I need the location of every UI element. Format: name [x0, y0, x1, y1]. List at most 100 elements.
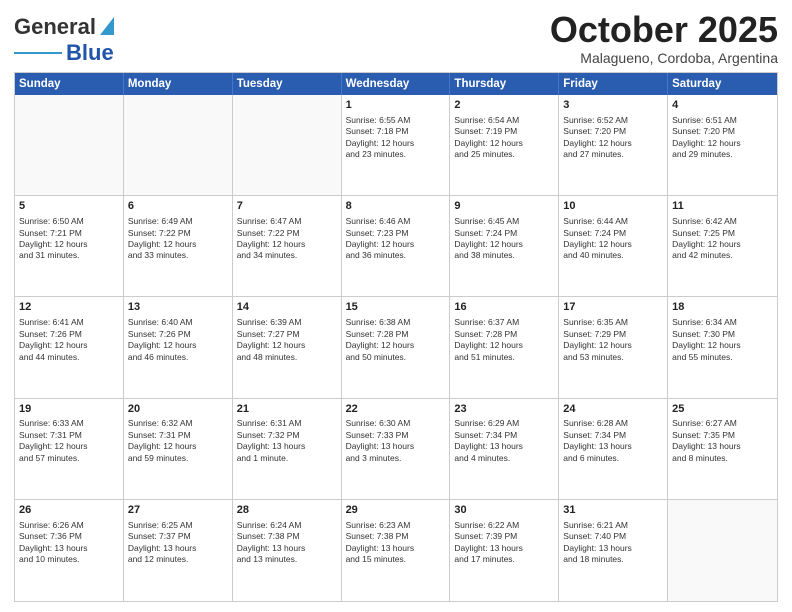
calendar-week-5: 26Sunrise: 6:26 AMSunset: 7:36 PMDayligh…	[15, 500, 777, 601]
calendar-week-4: 19Sunrise: 6:33 AMSunset: 7:31 PMDayligh…	[15, 399, 777, 500]
calendar-day-12: 12Sunrise: 6:41 AMSunset: 7:26 PMDayligh…	[15, 297, 124, 397]
day-info-line: Sunset: 7:24 PM	[563, 228, 663, 239]
day-info-line: and 4 minutes.	[454, 453, 554, 464]
day-info-line: Sunset: 7:20 PM	[672, 126, 773, 137]
day-number: 1	[346, 98, 446, 113]
logo-general: General	[14, 14, 96, 40]
day-info-line: Daylight: 12 hours	[128, 340, 228, 351]
day-info-line: Daylight: 12 hours	[128, 239, 228, 250]
calendar-day-4: 4Sunrise: 6:51 AMSunset: 7:20 PMDaylight…	[668, 95, 777, 195]
logo-triangle-icon	[100, 17, 114, 40]
day-info-line: Sunset: 7:20 PM	[563, 126, 663, 137]
day-info-line: Sunrise: 6:32 AM	[128, 418, 228, 429]
day-info-line: Sunset: 7:25 PM	[672, 228, 773, 239]
day-info-line: Daylight: 12 hours	[346, 138, 446, 149]
day-info-line: Daylight: 12 hours	[672, 340, 773, 351]
day-info-line: Sunrise: 6:44 AM	[563, 216, 663, 227]
day-info-line: and 17 minutes.	[454, 554, 554, 565]
day-info-line: Sunset: 7:30 PM	[672, 329, 773, 340]
day-number: 8	[346, 199, 446, 214]
day-info-line: and 34 minutes.	[237, 250, 337, 261]
calendar-day-21: 21Sunrise: 6:31 AMSunset: 7:32 PMDayligh…	[233, 399, 342, 499]
day-number: 4	[672, 98, 773, 113]
calendar-day-7: 7Sunrise: 6:47 AMSunset: 7:22 PMDaylight…	[233, 196, 342, 296]
day-info-line: Sunrise: 6:24 AM	[237, 520, 337, 531]
calendar-day-14: 14Sunrise: 6:39 AMSunset: 7:27 PMDayligh…	[233, 297, 342, 397]
day-number: 7	[237, 199, 337, 214]
day-info-line: Daylight: 12 hours	[19, 239, 119, 250]
calendar-day-26: 26Sunrise: 6:26 AMSunset: 7:36 PMDayligh…	[15, 500, 124, 601]
day-info-line: and 53 minutes.	[563, 352, 663, 363]
day-info-line: Sunset: 7:37 PM	[128, 531, 228, 542]
day-info-line: Sunrise: 6:42 AM	[672, 216, 773, 227]
weekday-header-monday: Monday	[124, 73, 233, 95]
calendar-empty	[124, 95, 233, 195]
day-info-line: Daylight: 13 hours	[346, 543, 446, 554]
day-info-line: Sunset: 7:36 PM	[19, 531, 119, 542]
day-number: 12	[19, 300, 119, 315]
day-info-line: Sunrise: 6:34 AM	[672, 317, 773, 328]
day-info-line: and 57 minutes.	[19, 453, 119, 464]
day-info-line: Sunrise: 6:41 AM	[19, 317, 119, 328]
day-number: 29	[346, 503, 446, 518]
day-info-line: Sunrise: 6:28 AM	[563, 418, 663, 429]
day-info-line: Daylight: 12 hours	[454, 340, 554, 351]
calendar-empty	[668, 500, 777, 601]
day-info-line: Daylight: 12 hours	[128, 441, 228, 452]
day-info-line: Sunset: 7:22 PM	[128, 228, 228, 239]
day-number: 9	[454, 199, 554, 214]
day-info-line: Sunrise: 6:49 AM	[128, 216, 228, 227]
day-number: 6	[128, 199, 228, 214]
day-info-line: and 31 minutes.	[19, 250, 119, 261]
day-info-line: Sunrise: 6:22 AM	[454, 520, 554, 531]
day-number: 11	[672, 199, 773, 214]
day-number: 30	[454, 503, 554, 518]
day-info-line: Sunrise: 6:30 AM	[346, 418, 446, 429]
day-info-line: Daylight: 13 hours	[19, 543, 119, 554]
day-info-line: and 6 minutes.	[563, 453, 663, 464]
day-number: 25	[672, 402, 773, 417]
day-info-line: and 18 minutes.	[563, 554, 663, 565]
day-info-line: Sunset: 7:27 PM	[237, 329, 337, 340]
day-info-line: Daylight: 12 hours	[454, 239, 554, 250]
day-number: 2	[454, 98, 554, 113]
day-info-line: Daylight: 13 hours	[672, 441, 773, 452]
day-info-line: Sunrise: 6:50 AM	[19, 216, 119, 227]
day-info-line: and 50 minutes.	[346, 352, 446, 363]
day-number: 31	[563, 503, 663, 518]
day-number: 18	[672, 300, 773, 315]
calendar-day-19: 19Sunrise: 6:33 AMSunset: 7:31 PMDayligh…	[15, 399, 124, 499]
calendar-day-8: 8Sunrise: 6:46 AMSunset: 7:23 PMDaylight…	[342, 196, 451, 296]
day-info-line: and 36 minutes.	[346, 250, 446, 261]
day-info-line: Sunset: 7:38 PM	[237, 531, 337, 542]
day-number: 27	[128, 503, 228, 518]
day-info-line: and 15 minutes.	[346, 554, 446, 565]
day-info-line: and 1 minute.	[237, 453, 337, 464]
day-info-line: Sunrise: 6:40 AM	[128, 317, 228, 328]
day-number: 13	[128, 300, 228, 315]
day-info-line: Sunrise: 6:38 AM	[346, 317, 446, 328]
day-info-line: Sunset: 7:24 PM	[454, 228, 554, 239]
day-info-line: Sunset: 7:18 PM	[346, 126, 446, 137]
day-info-line: Daylight: 12 hours	[19, 340, 119, 351]
calendar-day-27: 27Sunrise: 6:25 AMSunset: 7:37 PMDayligh…	[124, 500, 233, 601]
day-number: 14	[237, 300, 337, 315]
day-info-line: Daylight: 13 hours	[563, 543, 663, 554]
day-info-line: Sunset: 7:31 PM	[128, 430, 228, 441]
day-info-line: Daylight: 12 hours	[237, 340, 337, 351]
calendar-day-16: 16Sunrise: 6:37 AMSunset: 7:28 PMDayligh…	[450, 297, 559, 397]
day-info-line: Sunset: 7:28 PM	[346, 329, 446, 340]
day-info-line: Daylight: 13 hours	[237, 441, 337, 452]
day-info-line: Sunrise: 6:55 AM	[346, 115, 446, 126]
calendar-day-20: 20Sunrise: 6:32 AMSunset: 7:31 PMDayligh…	[124, 399, 233, 499]
day-info-line: Sunset: 7:22 PM	[237, 228, 337, 239]
calendar-day-29: 29Sunrise: 6:23 AMSunset: 7:38 PMDayligh…	[342, 500, 451, 601]
day-info-line: Sunrise: 6:33 AM	[19, 418, 119, 429]
calendar-week-3: 12Sunrise: 6:41 AMSunset: 7:26 PMDayligh…	[15, 297, 777, 398]
day-info-line: Sunset: 7:34 PM	[454, 430, 554, 441]
day-info-line: Sunset: 7:29 PM	[563, 329, 663, 340]
day-number: 17	[563, 300, 663, 315]
day-info-line: Sunrise: 6:47 AM	[237, 216, 337, 227]
day-info-line: and 25 minutes.	[454, 149, 554, 160]
calendar-day-3: 3Sunrise: 6:52 AMSunset: 7:20 PMDaylight…	[559, 95, 668, 195]
